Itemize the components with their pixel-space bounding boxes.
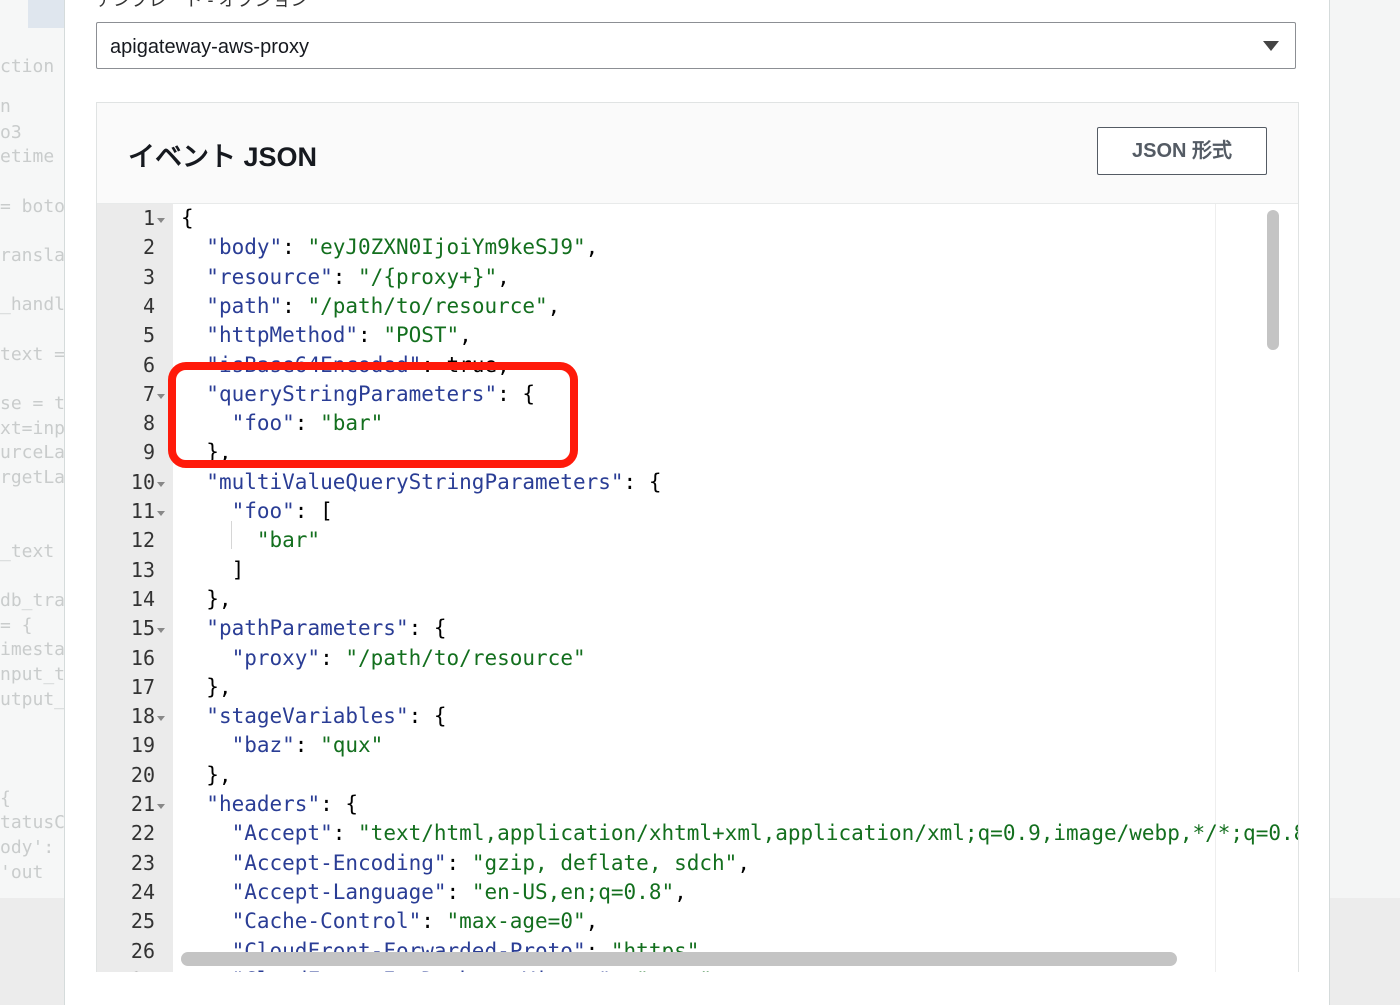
line-number: 22	[130, 821, 155, 846]
line-number: 25	[130, 909, 155, 934]
background-code-line: rgetLa	[0, 467, 64, 488]
line-number: 3	[142, 264, 155, 289]
fold-toggle-icon[interactable]	[157, 804, 165, 809]
line-number: 8	[142, 411, 155, 436]
line-number: 20	[130, 762, 155, 787]
line-number: 9	[142, 440, 155, 465]
line-number: 10	[130, 469, 155, 494]
line-number: 27	[97, 968, 155, 972]
background-editor-tab	[28, 0, 64, 28]
fold-toggle-icon[interactable]	[157, 716, 165, 722]
line-number: 5	[142, 323, 155, 348]
code-line: "bar"	[256, 528, 321, 553]
line-number: 23	[130, 850, 155, 875]
background-code-line: _handl	[0, 294, 64, 315]
print-margin	[1215, 204, 1216, 972]
background-code-line: imesta	[0, 639, 64, 660]
line-number: 2	[142, 235, 155, 260]
line-number: 17	[130, 674, 155, 699]
json-code-editor[interactable]: 1 2 3 4 5 6 7 8 9 10 11 12 13 14 15 16 17 18 19 20 21 22 23 24 2…	[97, 203, 1298, 972]
code-line: "Accept-Language": "en-US,en;q=0.8",	[231, 879, 687, 904]
template-select[interactable]: apigateway-aws-proxy	[96, 22, 1296, 69]
background-code-line: db_tra	[0, 590, 64, 611]
background-code-line: nput_t	[0, 664, 64, 685]
line-number: 13	[130, 557, 155, 582]
background-code-line: ction ×	[0, 56, 55, 77]
line-number: 12	[130, 528, 155, 553]
code-line: },	[181, 586, 232, 611]
vertical-scrollbar[interactable]	[1267, 210, 1279, 350]
fold-toggle-icon[interactable]	[157, 393, 165, 399]
background-code-line: _text	[0, 541, 55, 562]
fold-toggle-icon[interactable]	[157, 628, 165, 634]
fold-toggle-icon[interactable]	[157, 481, 165, 487]
code-line: },	[181, 674, 232, 699]
caret-down-icon	[1263, 41, 1279, 51]
code-line: ]	[181, 557, 245, 582]
code-line: "path": "/path/to/resource",	[206, 293, 561, 318]
background-code-line: urceLa	[0, 442, 64, 463]
test-event-modal: テンプレート - オプション apigateway-aws-proxy イベント…	[64, 0, 1330, 1005]
code-line: "headers": {	[206, 792, 359, 816]
background-code-line: xt=inp	[0, 418, 64, 439]
background-code-line: ody':	[0, 837, 55, 858]
background-code-editor: ction × n o3 etime = boto ransla _handltext = s…	[0, 0, 64, 1005]
background-code-line: etime	[0, 146, 55, 167]
background-code-line: ransla	[0, 245, 64, 266]
line-number: 24	[130, 879, 155, 904]
code-line: "pathParameters": {	[206, 616, 447, 641]
background-code-line: 'out	[0, 862, 44, 883]
line-number: 16	[130, 645, 155, 670]
code-line: "Accept-Encoding": "gzip, deflate, sdch"…	[231, 850, 750, 875]
format-json-button[interactable]: JSON 形式	[1097, 127, 1267, 175]
code-line: "httpMethod": "POST",	[206, 323, 472, 348]
line-number-gutter: 1 2 3 4 5 6 7 8 9 10 11 12 13 14 15 16 17 18 19 20 21 22 23 24 2…	[97, 204, 173, 972]
code-line: "body": "eyJ0ZXN0IjoiYm9keSJ9",	[206, 235, 599, 260]
line-number: 1	[142, 206, 155, 230]
query-string-parameters-highlight	[168, 362, 578, 468]
fold-toggle-icon[interactable]	[157, 218, 165, 223]
background-code-line: n	[0, 96, 11, 117]
code-line: "Accept": "text/html,application/xhtml+x…	[231, 821, 1298, 846]
background-code-line: = boto	[0, 196, 64, 217]
background-code-line: utput_	[0, 689, 64, 710]
code-line: "multiValueQueryStringParameters": {	[206, 469, 662, 494]
background-code-line: o3	[0, 122, 22, 143]
code-line: "baz": "qux"	[231, 733, 384, 758]
line-number: 19	[130, 733, 155, 758]
code-line: "stageVariables": {	[206, 704, 447, 729]
line-number: 18	[130, 704, 155, 729]
code-line: "proxy": "/path/to/resource"	[231, 645, 586, 670]
line-number: 26	[130, 938, 155, 963]
code-line: "CloudFront-Is-Desktop-Viewer": "true",	[181, 968, 725, 972]
template-label: テンプレート - オプション	[95, 0, 309, 10]
background-code-line: {	[0, 788, 11, 809]
line-number: 7	[142, 381, 155, 406]
background-code-line: tatusC	[0, 812, 64, 833]
background-code-line: text =	[0, 344, 64, 365]
line-number: 21	[130, 792, 155, 816]
background-code-line: se = t	[0, 393, 64, 414]
fold-toggle-icon[interactable]	[157, 511, 165, 516]
line-number: 14	[130, 586, 155, 611]
line-number: 6	[142, 352, 155, 377]
line-number: 11	[130, 499, 155, 523]
background-right-area	[1328, 0, 1400, 1005]
event-json-panel: イベント JSON JSON 形式 1 2 3 4 5 6 7 8 9 10 11 12 13 14 15 1…	[96, 102, 1299, 972]
horizontal-scrollbar[interactable]	[181, 952, 1177, 966]
code-line: },	[181, 762, 232, 787]
line-number: 4	[142, 293, 155, 318]
code-line: "Cache-Control": "max-age=0",	[231, 909, 599, 934]
code-line: "resource": "/{proxy+}",	[206, 264, 510, 289]
code-line: {	[181, 206, 194, 230]
code-line: "foo": [	[231, 499, 333, 523]
background-code-line: = {	[0, 615, 33, 636]
event-json-title: イベント JSON	[128, 142, 318, 172]
template-select-value: apigateway-aws-proxy	[110, 36, 309, 58]
background-footer-band	[0, 898, 64, 1005]
line-number: 15	[130, 616, 155, 641]
